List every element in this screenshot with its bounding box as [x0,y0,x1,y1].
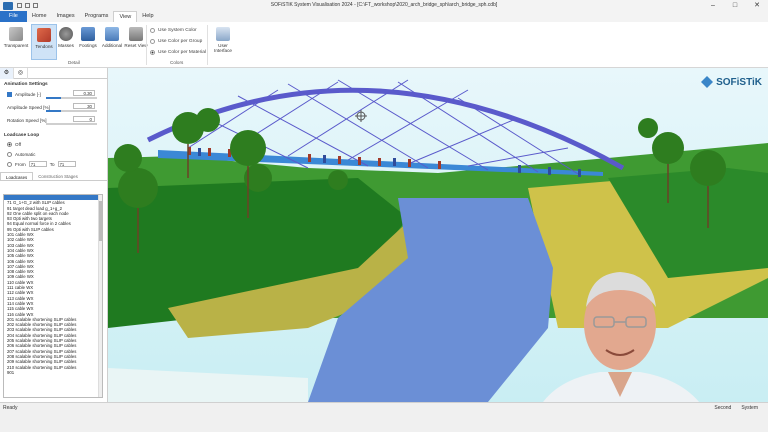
tab-loadcases[interactable]: Loadcases [0,172,34,180]
save-icon[interactable] [17,3,22,8]
rotation-speed-row: Rotation Speed [%] 0 [0,114,107,127]
animation-settings-title: Animation Settings [4,82,48,87]
loop-from-option[interactable]: From 71 To 71 [0,159,107,169]
footings-icon [81,27,95,41]
transparent-button[interactable]: Transparent [3,24,29,60]
ribbon-separator [207,25,208,65]
amplitude-speed-row: Amplitude Speed [%] 30 [0,101,107,114]
status-system: System [741,405,758,411]
rotation-speed-slider[interactable] [46,123,97,125]
user-interface-icon [216,27,230,41]
rotation-speed-input[interactable]: 0 [73,116,95,122]
radio-icon [150,28,155,33]
status-second: Second [714,405,732,411]
additional-button[interactable]: Additional [99,24,125,60]
quick-access-toolbar [17,3,38,8]
radio-selected-icon [150,50,155,55]
radio-icon [7,161,12,167]
ribbon-separator [146,25,147,65]
panel-tab-settings[interactable]: ⚙ [0,68,14,79]
tab-view[interactable]: View [113,11,138,22]
sofistik-logo-icon [701,76,714,88]
panel-tab-view[interactable]: ◎ [14,68,28,79]
masses-icon [59,27,73,41]
amplitude-row: Amplitude [-] 0.30 [0,88,107,101]
tab-programs[interactable]: Programs [80,11,114,22]
reset-view-icon [129,27,143,41]
minimize-button[interactable]: – [702,0,724,11]
tab-home[interactable]: Home [27,11,52,22]
use-color-per-group-option[interactable]: Use Color per Group [150,39,202,44]
loop-automatic-option[interactable]: Automatic [0,149,107,159]
amplitude-speed-input[interactable]: 30 [73,103,95,109]
side-panel: ⚙ ◎ Animation Settings Amplitude [-] 0.3… [0,68,108,402]
close-button[interactable]: ✕ [746,0,768,11]
tab-images[interactable]: Images [52,11,80,22]
tab-file[interactable]: File [0,11,27,22]
amplitude-checkbox[interactable] [7,92,12,97]
list-scrollbar[interactable] [98,195,102,397]
to-select[interactable]: 71 [57,161,76,167]
loadcase-list[interactable]: 71 G_1+G_2 with SLIP cables 91 target dea… [3,194,103,398]
amplitude-slider[interactable] [46,97,97,99]
tendons-icon [37,28,51,42]
app-icon[interactable] [3,1,13,10]
amplitude-speed-slider[interactable] [46,110,97,112]
radio-selected-icon [7,141,12,147]
loadcase-loop-title: Loadcase Loop [4,133,40,138]
group-label-colors: Colors [170,60,184,65]
loadcase-item[interactable]: 901 [4,370,102,375]
cube-icon [9,27,23,41]
footings-button[interactable]: Footings [75,24,101,60]
redo-icon[interactable] [33,3,38,8]
amplitude-input[interactable]: 0.30 [73,90,95,96]
title-bar: SOFiSTiK System Visualisation 2024 - [C:… [0,0,768,11]
group-label-detail: Detail [68,60,80,65]
radio-icon [150,39,155,44]
use-system-color-option[interactable]: Use System Color [150,28,197,33]
window-title: SOFiSTiK System Visualisation 2024 - [C:… [270,2,498,8]
ribbon-tabs: File Home Images Programs View Help [0,11,768,22]
loop-off-option[interactable]: Off [0,139,107,149]
status-text: Ready [3,405,18,411]
maximize-button[interactable]: □ [724,0,746,11]
radio-icon [7,151,12,157]
tab-help[interactable]: Help [137,11,158,22]
tab-construction-stages[interactable]: Construction Stages [33,172,83,180]
status-bar: Ready Second System [0,402,768,432]
from-select[interactable]: 71 [28,161,47,167]
user-interface-button[interactable]: User Interface [210,24,236,60]
sofistik-logo: SOFiSTiK [701,76,762,88]
use-color-per-material-option[interactable]: Use Color per Material [150,50,206,55]
undo-icon[interactable] [25,3,30,8]
ribbon: Transparent Tendons Masses Footings Addi… [0,22,768,68]
additional-icon [105,27,119,41]
